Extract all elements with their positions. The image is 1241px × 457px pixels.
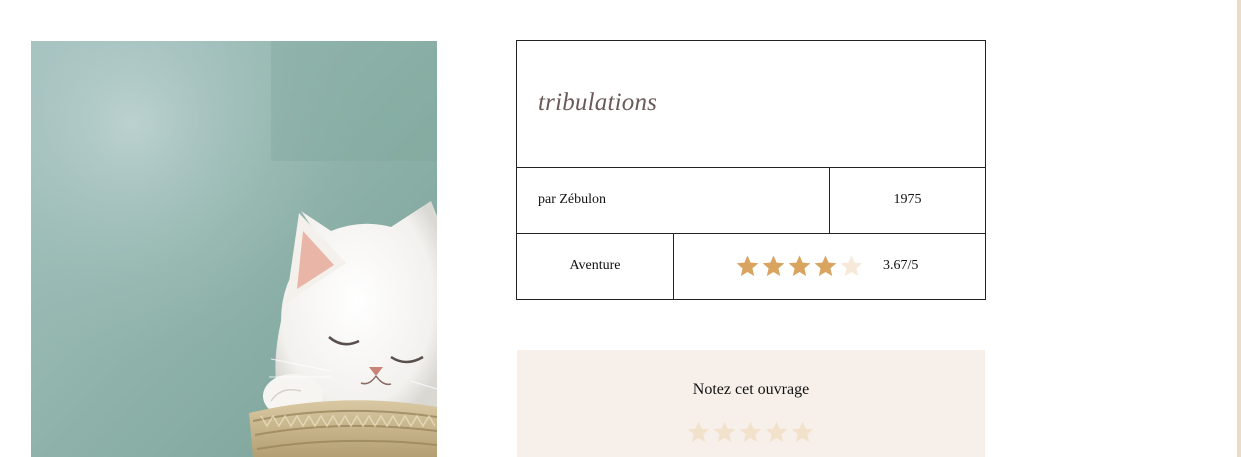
rating-star-icon [761, 254, 786, 279]
rate-star-1-icon[interactable] [686, 420, 711, 445]
rate-star-5-icon[interactable] [790, 420, 815, 445]
book-detail-page: tribulations par Zébulon 1975 Aventure 3… [0, 0, 1241, 457]
rate-star-3-icon[interactable] [738, 420, 763, 445]
title-row: tribulations [517, 41, 985, 168]
book-year: 1975 [893, 192, 922, 207]
rate-panel: Notez cet ouvrage [517, 350, 985, 457]
author-row: par Zébulon 1975 [517, 168, 985, 234]
book-title: tribulations [538, 89, 658, 116]
rate-star-2-icon[interactable] [712, 420, 737, 445]
average-rating-stars [735, 254, 864, 280]
rating-star-icon [735, 254, 760, 279]
rating-star-icon [787, 254, 812, 279]
right-edge-rail [1237, 0, 1241, 457]
rating-star-icon [839, 254, 864, 279]
book-genre: Aventure [569, 258, 621, 273]
rating-star-icon [813, 254, 838, 279]
rate-panel-title: Notez cet ouvrage [692, 381, 810, 398]
rate-star-4-icon[interactable] [764, 420, 789, 445]
user-rating-stars [686, 420, 815, 445]
genre-cell: Aventure [517, 234, 673, 299]
average-rating-text: 3.67/5 [883, 258, 919, 273]
book-info-table: tribulations par Zébulon 1975 Aventure 3… [516, 40, 986, 300]
genre-rating-row: Aventure 3.67/5 [517, 234, 985, 299]
kitten-illustration [31, 41, 437, 457]
book-author: par Zébulon [538, 192, 607, 207]
year-cell: 1975 [829, 168, 985, 233]
rating-cell: 3.67/5 [673, 234, 985, 299]
book-cover-image [31, 41, 437, 457]
